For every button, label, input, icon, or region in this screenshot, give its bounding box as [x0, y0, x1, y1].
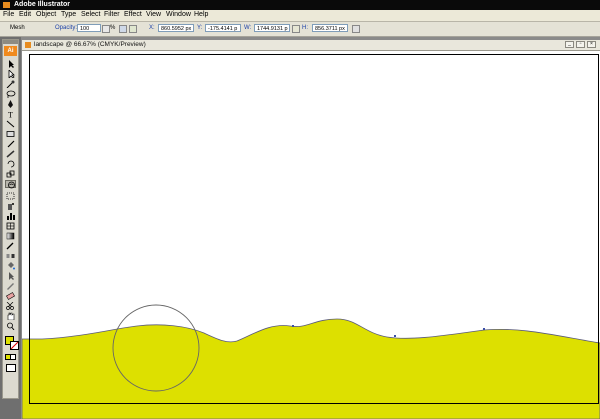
document-icon [25, 42, 31, 48]
column-graph-tool-icon[interactable] [5, 212, 16, 220]
menu-window[interactable]: Window [166, 11, 191, 18]
h-label[interactable]: H: [302, 25, 308, 31]
scale-tool-icon[interactable] [5, 170, 16, 178]
opacity-dropdown-icon[interactable] [102, 25, 110, 33]
menu-help[interactable]: Help [194, 11, 208, 18]
w-label[interactable]: W: [244, 25, 251, 31]
anchor-point[interactable] [483, 328, 485, 330]
opacity-unit: % [110, 25, 116, 31]
close-icon[interactable]: × [587, 41, 596, 48]
warp-tool-icon[interactable] [5, 180, 16, 189]
magic-wand-tool-icon[interactable] [5, 80, 16, 88]
app-title-bar: Adobe Illustrator [0, 0, 600, 10]
transform-icon[interactable] [129, 25, 137, 33]
opacity-label[interactable]: Opacity: [55, 25, 77, 31]
rotate-tool-icon[interactable] [5, 160, 16, 168]
document-title: landscape @ 66.67% (CMYK/Preview) [34, 41, 146, 48]
y-label[interactable]: Y: [197, 25, 202, 31]
gradient-mode-icon[interactable] [10, 354, 16, 360]
tools-panel: Ai T [2, 39, 19, 399]
menu-object[interactable]: Object [36, 11, 56, 18]
x-label[interactable]: X: [149, 25, 155, 31]
menu-type[interactable]: Type [61, 11, 76, 18]
selection-tool-icon[interactable] [5, 60, 16, 68]
restore-icon[interactable]: ▫ [576, 41, 585, 48]
live-paint-bucket-tool-icon[interactable] [5, 262, 16, 270]
hand-tool-icon[interactable] [5, 312, 16, 320]
y-input[interactable]: -175.4141 p [205, 24, 241, 32]
illustrator-app-icon [3, 2, 10, 8]
slice-tool-icon[interactable] [5, 282, 16, 290]
constrain-proportions-icon[interactable] [292, 25, 300, 33]
menu-filter[interactable]: Filter [104, 11, 120, 18]
menu-edit[interactable]: Edit [19, 11, 31, 18]
zoom-tool-icon[interactable] [5, 322, 16, 330]
mesh-tool-icon[interactable] [5, 222, 16, 230]
scissors-tool-icon[interactable] [5, 302, 16, 310]
rectangle-tool-icon[interactable] [5, 130, 16, 138]
eraser-tool-icon[interactable] [5, 292, 16, 300]
reference-point-icon[interactable] [119, 25, 127, 33]
menu-effect[interactable]: Effect [124, 11, 142, 18]
type-tool-icon[interactable]: T [5, 110, 16, 119]
svg-text:T: T [8, 111, 13, 119]
x-input[interactable]: 860.5952 px [158, 24, 194, 32]
free-transform-tool-icon[interactable] [5, 192, 16, 200]
paintbrush-tool-icon[interactable] [5, 140, 16, 148]
panel-menu-icon[interactable] [352, 25, 360, 33]
h-input[interactable]: 856.3711 px [312, 24, 348, 32]
gradient-tool-icon[interactable] [5, 232, 16, 240]
artwork[interactable] [22, 51, 600, 419]
pen-tool-icon[interactable] [5, 100, 16, 108]
app-title: Adobe Illustrator [14, 1, 71, 8]
mode-label: Mesh [10, 25, 25, 31]
menu-view[interactable]: View [146, 11, 161, 18]
anchor-point[interactable] [292, 325, 294, 327]
menu-select[interactable]: Select [81, 11, 100, 18]
eyedropper-tool-icon[interactable] [5, 242, 16, 250]
lasso-tool-icon[interactable] [5, 90, 16, 98]
line-tool-icon[interactable] [5, 120, 16, 128]
live-paint-selection-tool-icon[interactable] [5, 272, 16, 280]
tools-panel-header[interactable] [3, 40, 18, 44]
w-input[interactable]: 1744.9131 p [254, 24, 290, 32]
control-panel: Mesh Opacity: 100 % X: 860.5952 px Y: -1… [0, 22, 600, 37]
ai-logo: Ai [4, 46, 17, 56]
pencil-tool-icon[interactable] [5, 150, 16, 158]
anchor-point[interactable] [394, 335, 396, 337]
stroke-color-swatch[interactable] [10, 341, 19, 350]
opacity-input[interactable]: 100 [77, 24, 101, 32]
menu-bar: File Edit Object Type Select Filter Effe… [0, 10, 600, 22]
direct-selection-tool-icon[interactable] [5, 70, 16, 78]
symbol-sprayer-tool-icon[interactable] [5, 202, 16, 210]
document-tab[interactable]: landscape @ 66.67% (CMYK/Preview) _ ▫ × [22, 40, 600, 51]
minimize-icon[interactable]: _ [565, 41, 574, 48]
menu-file[interactable]: File [3, 11, 14, 18]
blend-tool-icon[interactable] [5, 252, 16, 260]
screen-mode-icon[interactable] [6, 364, 16, 372]
